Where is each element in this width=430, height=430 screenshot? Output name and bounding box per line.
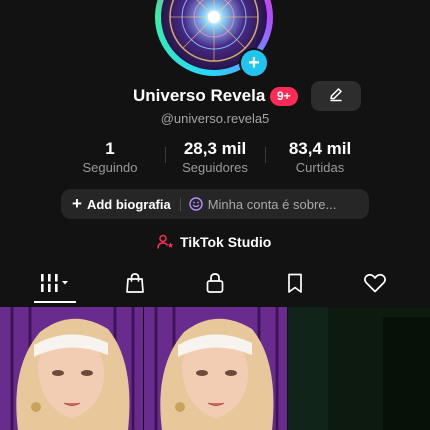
add-bio-label: Add biografia: [86, 196, 171, 212]
display-name: Universo Revela: [133, 86, 266, 105]
stat-value: 1: [105, 139, 115, 158]
studio-person-icon: [157, 234, 175, 250]
tab-private[interactable]: [185, 268, 245, 302]
add-bio-button[interactable]: + Add biografia: [72, 194, 171, 214]
about-account-label: Minha conta é sobre...: [207, 196, 337, 212]
stat-followers[interactable]: 28,3 mil Seguidores: [160, 139, 270, 175]
video-thumbnail[interactable]: [0, 307, 143, 430]
stat-label: Curtidas: [295, 160, 345, 175]
lock-icon: [204, 272, 226, 299]
video-grid: [0, 307, 430, 430]
video-thumbnail[interactable]: [288, 307, 430, 430]
add-avatar-button[interactable]: +: [239, 48, 269, 78]
notification-badge[interactable]: 9+: [270, 87, 298, 106]
username: @universo.revela5: [160, 111, 270, 126]
tab-saved[interactable]: [265, 268, 325, 302]
stats-row: 1 Seguindo 28,3 mil Seguidores 83,4 mil …: [0, 139, 430, 179]
active-tab-indicator: [34, 301, 76, 303]
edit-profile-button[interactable]: [311, 81, 361, 111]
tab-liked[interactable]: [345, 268, 405, 302]
pencil-icon: [328, 86, 344, 107]
video-thumbnail[interactable]: [144, 307, 287, 430]
stat-label: Seguindo: [82, 160, 138, 175]
studio-label: TikTok Studio: [180, 234, 272, 250]
bookmark-icon: [284, 272, 306, 299]
tab-shop[interactable]: [105, 268, 165, 302]
stat-value: 83,4 mil: [288, 139, 352, 158]
stat-label: Seguidores: [182, 160, 248, 175]
heart-icon: [363, 272, 387, 299]
name-row: Universo Revela 9+: [0, 81, 430, 111]
stat-likes[interactable]: 83,4 mil Curtidas: [265, 139, 375, 175]
bio-pill: + Add biografia Minha conta é sobre...: [61, 189, 369, 219]
tiktok-studio-link[interactable]: TikTok Studio: [157, 233, 271, 251]
shopping-bag-icon: [124, 272, 146, 299]
stat-value: 28,3 mil: [183, 139, 247, 158]
tab-videos[interactable]: [25, 268, 85, 302]
about-account-button[interactable]: Minha conta é sobre...: [189, 196, 337, 212]
plus-icon: +: [248, 52, 260, 74]
videos-grid-icon: [38, 272, 72, 299]
stat-following[interactable]: 1 Seguindo: [55, 139, 165, 175]
profile-tabs: [0, 268, 430, 304]
pill-divider: [179, 197, 181, 211]
smile-icon: [189, 197, 203, 211]
plus-icon: +: [72, 194, 82, 213]
profile-screen: + Universo Revela 9+ @universo.revela5 1…: [0, 0, 430, 430]
